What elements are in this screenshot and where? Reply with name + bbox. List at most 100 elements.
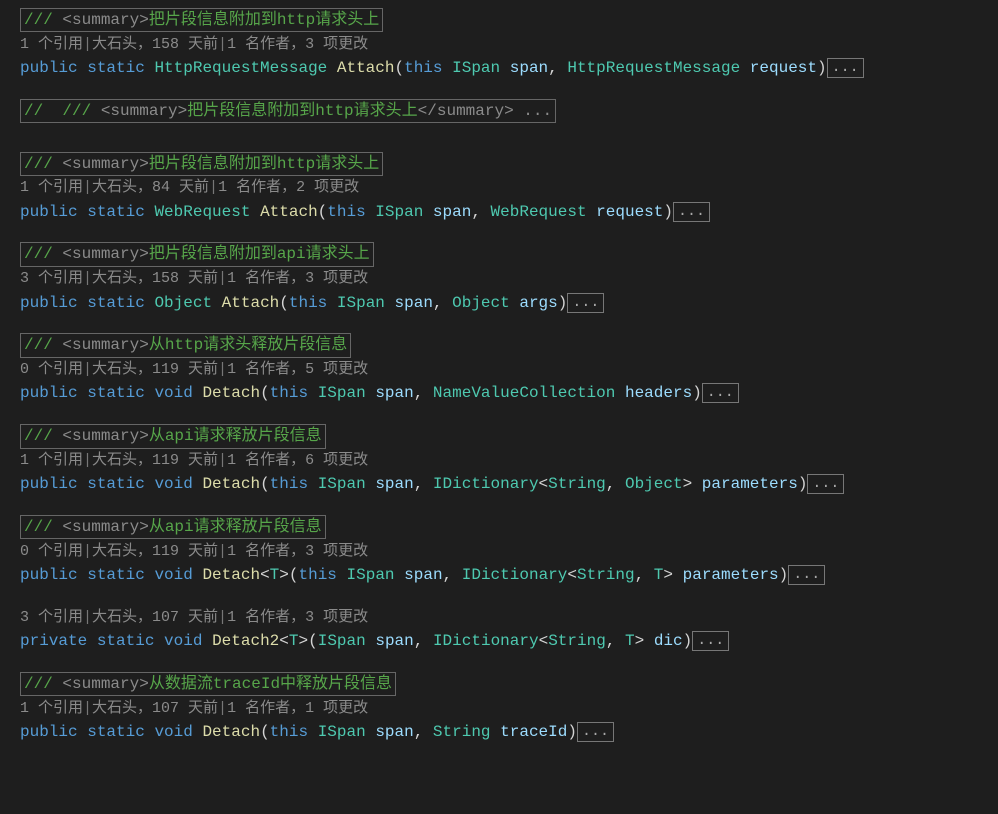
separator: | — [218, 36, 227, 53]
codelens-changes[interactable]: 1 名作者，3 项更改 — [227, 543, 368, 560]
method-signature[interactable]: public static void Detach<T>(this ISpan … — [20, 563, 998, 588]
code-token-gen: < — [539, 632, 549, 650]
codelens-author[interactable]: 大石头，158 天前 — [92, 270, 218, 287]
code-token-type: ISpan — [318, 475, 366, 493]
collapse-toggle[interactable]: ... — [567, 293, 604, 313]
codelens: 3 个引用|大石头，107 天前|1 名作者，3 项更改 — [20, 606, 998, 629]
collapsed-summary[interactable]: /// <summary>从api请求释放片段信息 — [20, 515, 326, 539]
codelens-author[interactable]: 大石头，84 天前 — [92, 179, 209, 196]
code-block: /// <summary>把片段信息附加到http请求头上1 个引用|大石头，1… — [20, 8, 998, 81]
collapse-toggle[interactable]: ... — [673, 202, 710, 222]
collapsed-summary[interactable]: /// <summary>把片段信息附加到api请求头上 — [20, 242, 374, 266]
collapsed-summary[interactable]: /// <summary>从http请求头释放片段信息 — [20, 333, 351, 357]
separator: | — [83, 36, 92, 53]
code-token-name: Attach — [222, 294, 280, 312]
collapsed-summary[interactable]: // /// <summary>把片段信息附加到http请求头上</summar… — [20, 99, 556, 123]
code-token-kw: static — [87, 384, 145, 402]
summary-text: 从api请求释放片段信息 — [149, 518, 322, 536]
collapsed-summary[interactable]: /// <summary>把片段信息附加到http请求头上 — [20, 152, 383, 176]
separator: | — [218, 270, 227, 287]
comment-slashes: /// — [24, 675, 62, 693]
collapsed-summary[interactable]: /// <summary>从api请求释放片段信息 — [20, 424, 326, 448]
code-token-punc: ( — [260, 723, 270, 741]
summary-text: 把片段信息附加到http请求头上 — [149, 155, 379, 173]
xml-tag: <summary> — [62, 427, 148, 445]
separator: | — [83, 700, 92, 717]
codelens-changes[interactable]: 1 名作者，3 项更改 — [227, 36, 368, 53]
code-token-type: String — [548, 632, 606, 650]
codelens-author[interactable]: 大石头，107 天前 — [92, 700, 218, 717]
code-token-type: WebRequest — [154, 203, 250, 221]
xml-tag: <summary> — [62, 245, 148, 263]
collapse-toggle[interactable]: ... — [788, 565, 825, 585]
code-token-punc: ( — [260, 475, 270, 493]
xml-tag: <summary> — [62, 518, 148, 536]
code-token-gen: < — [260, 566, 270, 584]
codelens-references[interactable]: 1 个引用 — [20, 179, 83, 196]
method-signature[interactable]: public static WebRequest Attach(this ISp… — [20, 200, 998, 225]
codelens-changes[interactable]: 1 名作者，1 项更改 — [227, 700, 368, 717]
code-token-punc: ( — [318, 203, 328, 221]
codelens-changes[interactable]: 1 名作者，3 项更改 — [227, 270, 368, 287]
code-token-type: ISpan — [318, 723, 366, 741]
collapse-toggle[interactable]: ... — [692, 631, 729, 651]
code-token-type: ISpan — [337, 294, 385, 312]
codelens-author[interactable]: 大石头，158 天前 — [92, 36, 218, 53]
codelens-references[interactable]: 1 个引用 — [20, 700, 83, 717]
codelens-references[interactable]: 3 个引用 — [20, 270, 83, 287]
code-token-type: String — [577, 566, 635, 584]
method-signature[interactable]: public static void Detach(this ISpan spa… — [20, 472, 998, 497]
code-token-ident: span — [404, 566, 442, 584]
codelens: 1 个引用|大石头，158 天前|1 名作者，3 项更改 — [20, 33, 998, 56]
code-block: 3 个引用|大石头，107 天前|1 名作者，3 项更改private stat… — [20, 606, 998, 654]
code-token-ident: span — [433, 203, 471, 221]
codelens-author[interactable]: 大石头，119 天前 — [92, 543, 218, 560]
code-token-ident: request — [750, 59, 817, 77]
codelens-author[interactable]: 大石头，107 天前 — [92, 609, 218, 626]
codelens-changes[interactable]: 1 名作者，3 项更改 — [227, 609, 368, 626]
code-editor[interactable]: /// <summary>把片段信息附加到http请求头上1 个引用|大石头，1… — [0, 0, 998, 753]
codelens: 3 个引用|大石头，158 天前|1 名作者，3 项更改 — [20, 267, 998, 290]
codelens-author[interactable]: 大石头，119 天前 — [92, 361, 218, 378]
codelens: 1 个引用|大石头，107 天前|1 名作者，1 项更改 — [20, 697, 998, 720]
code-token-punc: ) — [779, 566, 789, 584]
xml-tag: <summary> — [62, 675, 148, 693]
code-token-type: Object — [452, 294, 510, 312]
codelens-references[interactable]: 1 个引用 — [20, 36, 83, 53]
method-signature[interactable]: public static void Detach(this ISpan spa… — [20, 720, 998, 745]
codelens-author[interactable]: 大石头，119 天前 — [92, 452, 218, 469]
collapse-toggle[interactable]: ... — [827, 58, 864, 78]
code-token-kw: static — [87, 566, 145, 584]
codelens-references[interactable]: 1 个引用 — [20, 452, 83, 469]
code-token-kw: void — [154, 566, 192, 584]
code-block: /// <summary>把片段信息附加到http请求头上1 个引用|大石头，8… — [20, 152, 998, 225]
collapse-toggle[interactable]: ... — [702, 383, 739, 403]
codelens: 0 个引用|大石头，119 天前|1 名作者，5 项更改 — [20, 358, 998, 381]
method-signature[interactable]: public static Object Attach(this ISpan s… — [20, 291, 998, 316]
method-signature[interactable]: public static void Detach(this ISpan spa… — [20, 381, 998, 406]
separator: | — [218, 609, 227, 626]
code-token-type: HttpRequestMessage — [154, 59, 327, 77]
codelens-changes[interactable]: 1 名作者，5 项更改 — [227, 361, 368, 378]
collapse-toggle[interactable]: ... — [577, 722, 614, 742]
codelens-changes[interactable]: 1 名作者，6 项更改 — [227, 452, 368, 469]
code-token-type: ISpan — [318, 632, 366, 650]
code-token-kw: void — [164, 632, 202, 650]
comment-slashes: /// — [24, 11, 62, 29]
codelens-references[interactable]: 0 个引用 — [20, 361, 83, 378]
separator: | — [218, 361, 227, 378]
codelens-references[interactable]: 0 个引用 — [20, 543, 83, 560]
code-token-punc: , — [606, 632, 625, 650]
collapsed-summary[interactable]: /// <summary>从数据流traceId中释放片段信息 — [20, 672, 396, 696]
method-signature[interactable]: public static HttpRequestMessage Attach(… — [20, 56, 998, 81]
collapse-toggle[interactable]: ... — [807, 474, 844, 494]
code-token-punc: , — [433, 294, 452, 312]
method-signature[interactable]: private static void Detach2<T>(ISpan spa… — [20, 629, 998, 654]
code-token-kw: public — [20, 59, 78, 77]
code-token-type: Object — [154, 294, 212, 312]
codelens-changes[interactable]: 1 名作者，2 项更改 — [218, 179, 359, 196]
codelens-references[interactable]: 3 个引用 — [20, 609, 83, 626]
code-token-punc: ( — [279, 294, 289, 312]
collapsed-summary[interactable]: /// <summary>把片段信息附加到http请求头上 — [20, 8, 383, 32]
code-token-punc: , — [606, 475, 625, 493]
